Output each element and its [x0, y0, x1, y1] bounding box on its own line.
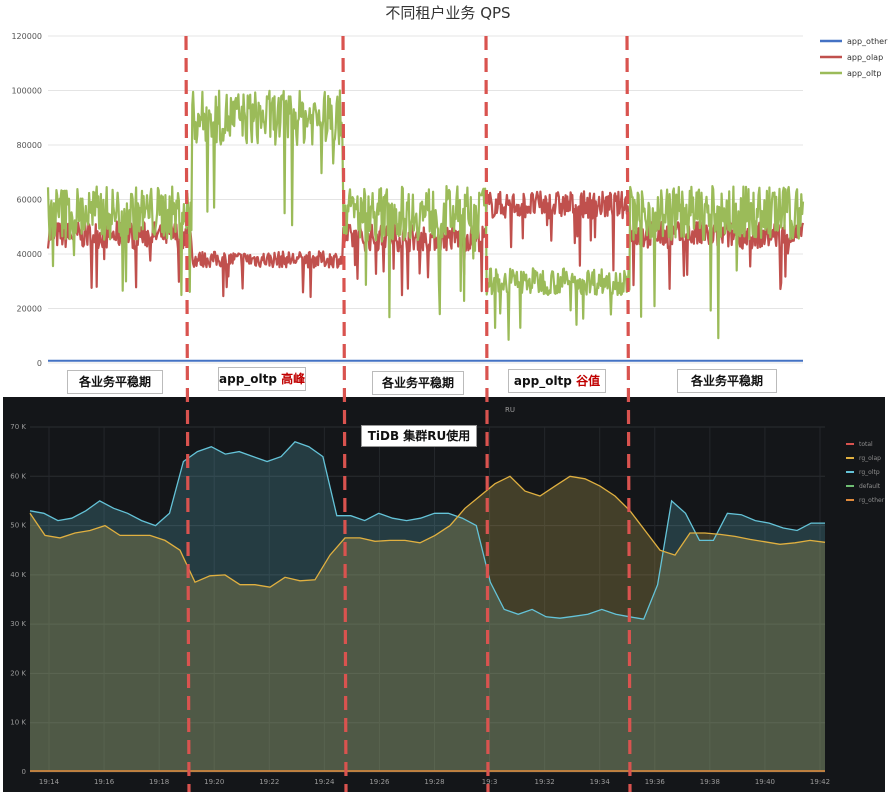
- x-tick-label: 19:36: [645, 778, 666, 786]
- y-tick-label: 50 K: [10, 522, 26, 530]
- y-tick-label: 40000: [17, 250, 42, 259]
- legend-entry: app_other: [847, 37, 888, 46]
- ru-legend-entry: rg_other: [859, 497, 885, 504]
- phase-label-oltp-peak: app_oltp 高峰: [218, 367, 306, 391]
- ru-legend-entry: default: [859, 483, 881, 490]
- x-tick-label: 19:26: [369, 778, 390, 786]
- y-tick-label: 40 K: [10, 571, 26, 579]
- y-tick-label: 60 K: [10, 472, 26, 480]
- ru-panel: 0 10 K 20 K 30 K 40 K 50 K 60 K 70 K 19:14 19:16 1…: [3, 397, 885, 792]
- qps-chart: 0 20000 40000 60000 80000 100000 120000 app_oth…: [11, 32, 888, 368]
- ru-legend-entry: rg_olap: [859, 455, 881, 462]
- x-tick-label: 19:24: [314, 778, 335, 786]
- y-tick-label: 60000: [17, 196, 42, 205]
- y-tick-label: 30 K: [10, 620, 26, 628]
- x-tick-label: 19:18: [149, 778, 169, 786]
- legend-entry: app_olap: [847, 53, 883, 62]
- phase-label-highlight: 谷值: [576, 374, 601, 388]
- ru-chart-title: RU: [505, 406, 515, 414]
- x-tick-label: 19:34: [590, 778, 611, 786]
- x-tick-label: 19:14: [39, 778, 60, 786]
- ru-chart: 0 10 K 20 K 30 K 40 K 50 K 60 K 70 K 19:14 19:16 1…: [10, 406, 885, 786]
- phase-label-text: app_oltp: [219, 372, 282, 386]
- phase-label-stable-3: 各业务平稳期: [677, 369, 777, 393]
- phase-label-stable-2: 各业务平稳期: [372, 371, 464, 395]
- phase-label-text: 各业务平稳期: [381, 376, 454, 390]
- y-tick-label: 10 K: [10, 719, 26, 727]
- phase-label-text: 各业务平稳期: [690, 374, 763, 388]
- x-tick-label: 19:3: [482, 778, 498, 786]
- ru-legend-entry: total: [859, 441, 873, 448]
- y-tick-label: 20 K: [10, 669, 26, 677]
- x-tick-label: 19:28: [424, 778, 444, 786]
- ru-panel-heading: TiDB 集群RU使用: [361, 425, 477, 447]
- series-line-app_oltp: [46, 89, 805, 341]
- x-tick-label: 19:40: [755, 778, 775, 786]
- x-tick-label: 19:20: [204, 778, 224, 786]
- legend-entry: app_oltp: [847, 69, 881, 78]
- y-tick-label: 20000: [17, 305, 42, 314]
- x-tick-label: 19:32: [535, 778, 555, 786]
- y-tick-label: 120000: [11, 32, 42, 41]
- ru-legend-entry: rg_oltp: [859, 469, 880, 476]
- y-tick-label: 0: [22, 768, 26, 776]
- phase-label-stable-1: 各业务平稳期: [67, 370, 163, 394]
- y-tick-label: 100000: [11, 87, 42, 96]
- x-tick-label: 19:16: [94, 778, 115, 786]
- y-tick-label: 0: [37, 359, 42, 368]
- phase-label-text: app_oltp: [513, 374, 577, 388]
- x-tick-label: 19:22: [259, 778, 279, 786]
- phase-label-highlight: 高峰: [281, 372, 306, 386]
- y-tick-label: 80000: [17, 141, 42, 150]
- x-tick-label: 19:38: [700, 778, 720, 786]
- x-tick-label: 19:42: [810, 778, 830, 786]
- phase-label-oltp-trough: app_oltp 谷值: [508, 369, 606, 393]
- y-tick-label: 70 K: [10, 423, 26, 431]
- phase-label-text: 各业务平稳期: [78, 375, 151, 389]
